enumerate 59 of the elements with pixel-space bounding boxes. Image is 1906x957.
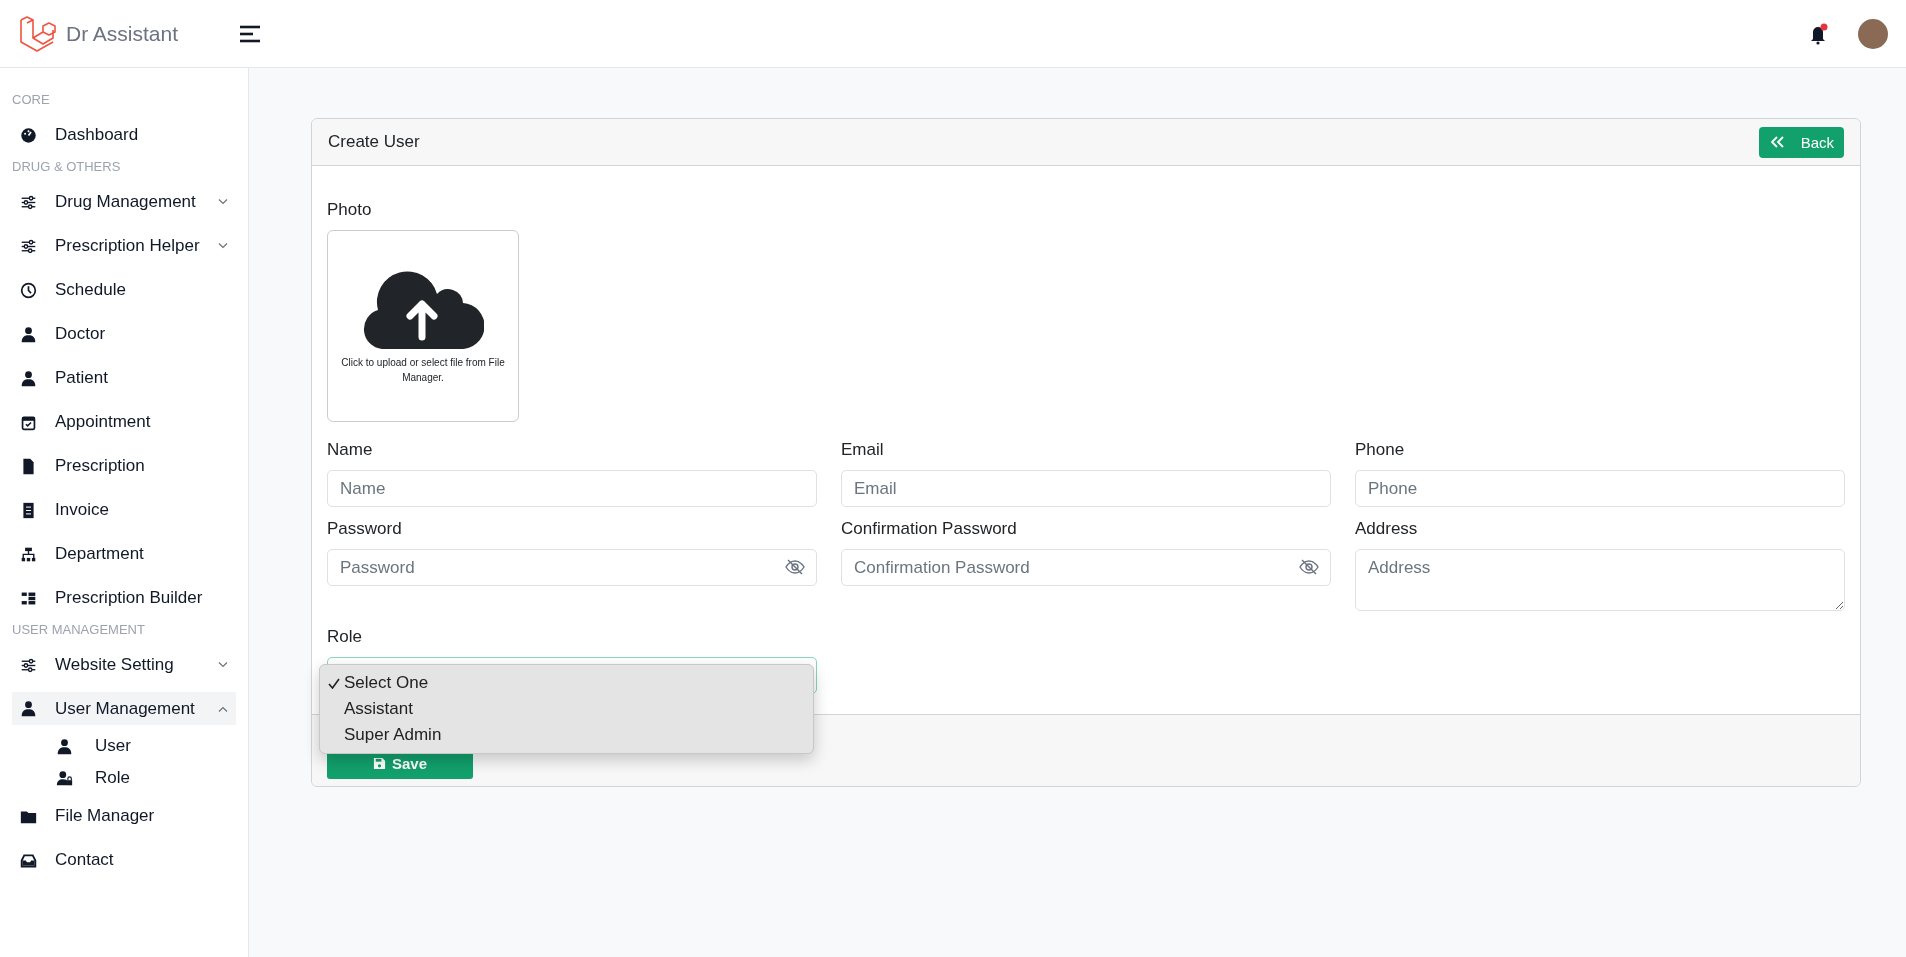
sidebar-item[interactable]: Invoice (12, 488, 236, 532)
sidebar-item[interactable]: Website Setting (12, 643, 236, 687)
avatar[interactable] (1858, 18, 1888, 49)
sidebar-item[interactable]: Doctor (12, 312, 236, 356)
sidebar-item[interactable]: Department (12, 532, 236, 576)
text-field[interactable]: Email (841, 470, 1331, 507)
sliders-icon (20, 237, 37, 255)
sidebar-item[interactable]: Schedule (12, 268, 236, 312)
field-label: Name (327, 440, 374, 460)
upload-box[interactable]: Click to upload or select file from File Manager. (327, 230, 519, 422)
document-icon (20, 457, 37, 475)
sidebar-item[interactable]: Contact (12, 838, 236, 882)
eye-slash-icon[interactable] (785, 559, 805, 575)
field-label: Password (327, 519, 403, 539)
receipt-icon (20, 501, 37, 519)
sidebar-item[interactable]: Prescription (12, 444, 236, 488)
sidebar-subitem[interactable]: Role (12, 762, 236, 794)
user-icon (20, 700, 37, 717)
sidebar-item[interactable]: File Manager (12, 794, 236, 838)
text-field[interactable]: Phone (1355, 470, 1845, 507)
field-label: Role (327, 627, 363, 647)
field-label: Confirmation Password (841, 519, 1018, 539)
sidebar-item[interactable]: Patient (12, 356, 236, 400)
double-chevron-icon (1770, 136, 1785, 148)
dropdown-option[interactable]: Select One (320, 670, 813, 696)
password-field[interactable]: Confirmation Password (841, 549, 1331, 586)
dropdown-option[interactable]: Super Admin (320, 722, 813, 748)
sidebar-item[interactable]: User Management (12, 692, 236, 725)
sliders-icon (20, 193, 37, 211)
text-field[interactable]: Name (327, 470, 817, 507)
section-heading: USER MANAGEMENT (12, 621, 146, 639)
sidebar-item[interactable]: Prescription Helper (12, 224, 236, 268)
logo-icon (18, 13, 58, 54)
eye-slash-icon[interactable] (1299, 559, 1319, 575)
section-heading: DRUG & OTHERS (12, 158, 122, 176)
menu-icon[interactable] (240, 24, 262, 43)
card-title: Create User (328, 132, 420, 152)
inbox-icon (20, 851, 37, 869)
gauge-icon (20, 126, 37, 144)
user-lock-icon (56, 769, 73, 787)
section-heading: CORE (12, 91, 51, 109)
password-field[interactable]: Password (327, 549, 817, 586)
address-field[interactable]: Address (1355, 549, 1845, 611)
field-label: Photo (327, 200, 373, 220)
brand-name: Dr Assistant (66, 21, 179, 46)
sidebar-item[interactable]: Prescription Builder (12, 576, 236, 620)
clock-icon (20, 281, 37, 299)
sidebar-item[interactable]: Dashboard (12, 113, 236, 157)
sidebar-item[interactable]: Drug Management (12, 180, 236, 224)
sliders-icon (20, 656, 37, 674)
user-icon (56, 737, 73, 755)
sidebar-subitem[interactable]: User (12, 730, 236, 762)
sitemap-icon (20, 545, 37, 563)
field-label: Email (841, 440, 885, 460)
upload-hint: Click to upload or select file from File Manager. (340, 356, 506, 385)
field-label: Phone (1355, 440, 1406, 460)
sidebar-item[interactable]: Appointment (12, 400, 236, 444)
dropdown-option[interactable]: Assistant (320, 696, 813, 722)
field-label: Address (1355, 519, 1419, 539)
